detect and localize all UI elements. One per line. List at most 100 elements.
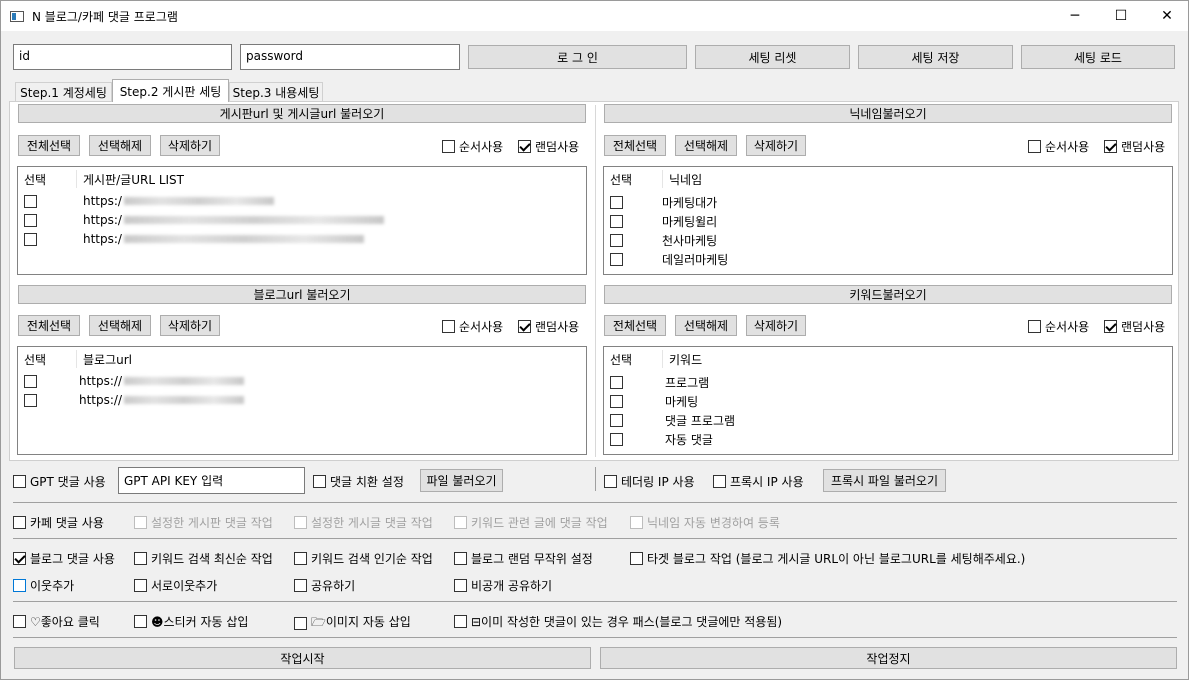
load-file-button[interactable]: 파일 불러오기 <box>420 469 503 492</box>
checkbox-box[interactable] <box>13 475 26 488</box>
board-url-header-button[interactable]: 게시판url 및 게시글url 불러오기 <box>18 104 586 123</box>
close-button[interactable]: ✕ <box>1144 1 1189 31</box>
board-delete-button[interactable]: 삭제하기 <box>160 135 220 156</box>
blog-random-checkbox[interactable]: 블로그 랜덤 무작위 설정 <box>454 550 593 567</box>
list-item[interactable]: https:/ <box>24 213 384 227</box>
nickname-header-button[interactable]: 닉네임불러오기 <box>604 104 1172 123</box>
blog-deselect-button[interactable]: 선택해제 <box>89 315 151 336</box>
sticker-insert-checkbox[interactable]: ☻스티커 자동 삽입 <box>134 613 248 630</box>
row-checkbox[interactable] <box>24 393 37 407</box>
row-checkbox[interactable] <box>610 196 623 209</box>
list-item[interactable]: 마케팅윌리 <box>610 213 717 230</box>
nick-delete-button[interactable]: 삭제하기 <box>746 135 806 156</box>
image-insert-checkbox[interactable]: 🗁이미지 자동 삽입 <box>294 613 411 634</box>
settings-reset-button[interactable]: 세팅 리셋 <box>695 45 850 69</box>
blog-rand-checkbox[interactable]: 랜덤사용 <box>518 318 579 335</box>
target-blog-checkbox[interactable]: 타겟 블로그 작업 (블로그 게시글 URL이 아닌 블로그URL를 세팅해주세… <box>630 550 1025 567</box>
row-checkbox[interactable] <box>24 232 37 246</box>
cafe-keyword-comment-checkbox[interactable]: 키워드 관련 글에 댓글 작업 <box>454 514 608 531</box>
checkbox-box[interactable] <box>1104 140 1117 153</box>
checkbox-box[interactable] <box>1028 140 1041 153</box>
checkbox-box[interactable] <box>630 516 643 529</box>
login-button[interactable]: 로 그 인 <box>468 45 687 69</box>
list-item[interactable]: 댓글 프로그램 <box>610 412 735 429</box>
blog-comment-checkbox[interactable]: 블로그 댓글 사용 <box>13 550 115 567</box>
settings-load-button[interactable]: 세팅 로드 <box>1021 45 1175 69</box>
row-checkbox[interactable] <box>610 376 623 389</box>
checkbox-box[interactable] <box>604 475 617 488</box>
checkbox-box[interactable] <box>1028 320 1041 333</box>
settings-save-button[interactable]: 세팅 저장 <box>858 45 1013 69</box>
nick-seq-checkbox[interactable]: 순서사용 <box>1028 138 1089 155</box>
add-neighbor-checkbox[interactable]: 이웃추가 <box>13 577 74 594</box>
nick-rand-checkbox[interactable]: 랜덤사용 <box>1104 138 1165 155</box>
keyword-list[interactable]: 선택 키워드 프로그램 마케팅 댓글 프로그램 자동 댓글 <box>603 346 1173 455</box>
cafe-board-comment-checkbox[interactable]: 설정한 게시판 댓글 작업 <box>134 514 273 531</box>
checkbox-box[interactable] <box>518 140 531 153</box>
tethering-ip-checkbox[interactable]: 테더링 IP 사용 <box>604 473 695 490</box>
row-checkbox[interactable] <box>610 215 623 228</box>
checkbox-box[interactable] <box>13 615 26 628</box>
cafe-comment-checkbox[interactable]: 카페 댓글 사용 <box>13 514 104 531</box>
checkbox-box[interactable] <box>454 579 467 592</box>
kw-seq-checkbox[interactable]: 순서사용 <box>1028 318 1089 335</box>
nick-deselect-button[interactable]: 선택해제 <box>675 135 737 156</box>
row-checkbox[interactable] <box>610 253 623 266</box>
board-rand-checkbox[interactable]: 랜덤사용 <box>518 138 579 155</box>
checkbox-box[interactable] <box>313 475 326 488</box>
checkbox-box[interactable] <box>1104 320 1117 333</box>
checkbox-box[interactable] <box>442 320 455 333</box>
kw-deselect-button[interactable]: 선택해제 <box>675 315 737 336</box>
checkbox-box[interactable] <box>294 617 307 630</box>
list-item[interactable]: 천사마케팅 <box>610 232 717 249</box>
board-select-all-button[interactable]: 전체선택 <box>18 135 80 156</box>
blog-seq-checkbox[interactable]: 순서사용 <box>442 318 503 335</box>
checkbox-box[interactable] <box>294 552 307 565</box>
load-proxy-file-button[interactable]: 프록시 파일 불러오기 <box>823 469 946 492</box>
board-deselect-button[interactable]: 선택해제 <box>89 135 151 156</box>
blog-url-header-button[interactable]: 블로그url 불러오기 <box>18 285 586 304</box>
board-url-list[interactable]: 선택 게시판/글URL LIST https:/ https:/ https:/ <box>17 166 587 275</box>
checkbox-box[interactable] <box>13 516 26 529</box>
list-item[interactable]: 프로그램 <box>610 374 709 391</box>
row-checkbox[interactable] <box>610 395 623 408</box>
list-item[interactable]: 마케팅대가 <box>610 194 717 211</box>
row-checkbox[interactable] <box>610 433 623 446</box>
checkbox-box[interactable] <box>294 579 307 592</box>
list-item[interactable]: 자동 댓글 <box>610 431 713 448</box>
keyword-popular-checkbox[interactable]: 키워드 검색 인기순 작업 <box>294 550 433 567</box>
checkbox-box[interactable] <box>713 475 726 488</box>
mutual-neighbor-checkbox[interactable]: 서로이웃추가 <box>134 577 217 594</box>
share-checkbox[interactable]: 공유하기 <box>294 577 355 594</box>
checkbox-box[interactable] <box>134 579 147 592</box>
list-item[interactable]: https:// <box>24 393 245 407</box>
id-input[interactable]: id <box>13 44 232 70</box>
checkbox-box[interactable] <box>294 516 307 529</box>
stop-button[interactable]: 작업정지 <box>600 647 1177 669</box>
checkbox-box[interactable] <box>518 320 531 333</box>
private-share-checkbox[interactable]: 비공개 공유하기 <box>454 577 552 594</box>
cafe-post-comment-checkbox[interactable]: 설정한 게시글 댓글 작업 <box>294 514 433 531</box>
gpt-comment-checkbox[interactable]: GPT 댓글 사용 <box>13 473 106 490</box>
kw-select-all-button[interactable]: 전체선택 <box>604 315 666 336</box>
blog-delete-button[interactable]: 삭제하기 <box>160 315 220 336</box>
board-seq-checkbox[interactable]: 순서사용 <box>442 138 503 155</box>
kw-rand-checkbox[interactable]: 랜덤사용 <box>1104 318 1165 335</box>
checkbox-box[interactable] <box>134 516 147 529</box>
checkbox-box[interactable] <box>13 552 26 565</box>
proxy-ip-checkbox[interactable]: 프록시 IP 사용 <box>713 473 804 490</box>
checkbox-box[interactable] <box>13 579 26 592</box>
checkbox-box[interactable] <box>134 615 147 628</box>
nick-select-all-button[interactable]: 전체선택 <box>604 135 666 156</box>
checkbox-box[interactable] <box>454 516 467 529</box>
nickname-list[interactable]: 선택 닉네임 마케팅대가 마케팅윌리 천사마케팅 데일러마케팅 <box>603 166 1173 275</box>
list-item[interactable]: 데일러마케팅 <box>610 251 728 268</box>
checkbox-box[interactable] <box>134 552 147 565</box>
checkbox-box[interactable] <box>454 615 467 628</box>
blog-select-all-button[interactable]: 전체선택 <box>18 315 80 336</box>
checkbox-box[interactable] <box>442 140 455 153</box>
cafe-auto-nick-checkbox[interactable]: 닉네임 자동 변경하여 등록 <box>630 514 780 531</box>
row-checkbox[interactable] <box>610 414 623 427</box>
list-item[interactable]: https:/ <box>24 232 364 246</box>
row-checkbox[interactable] <box>24 194 37 208</box>
